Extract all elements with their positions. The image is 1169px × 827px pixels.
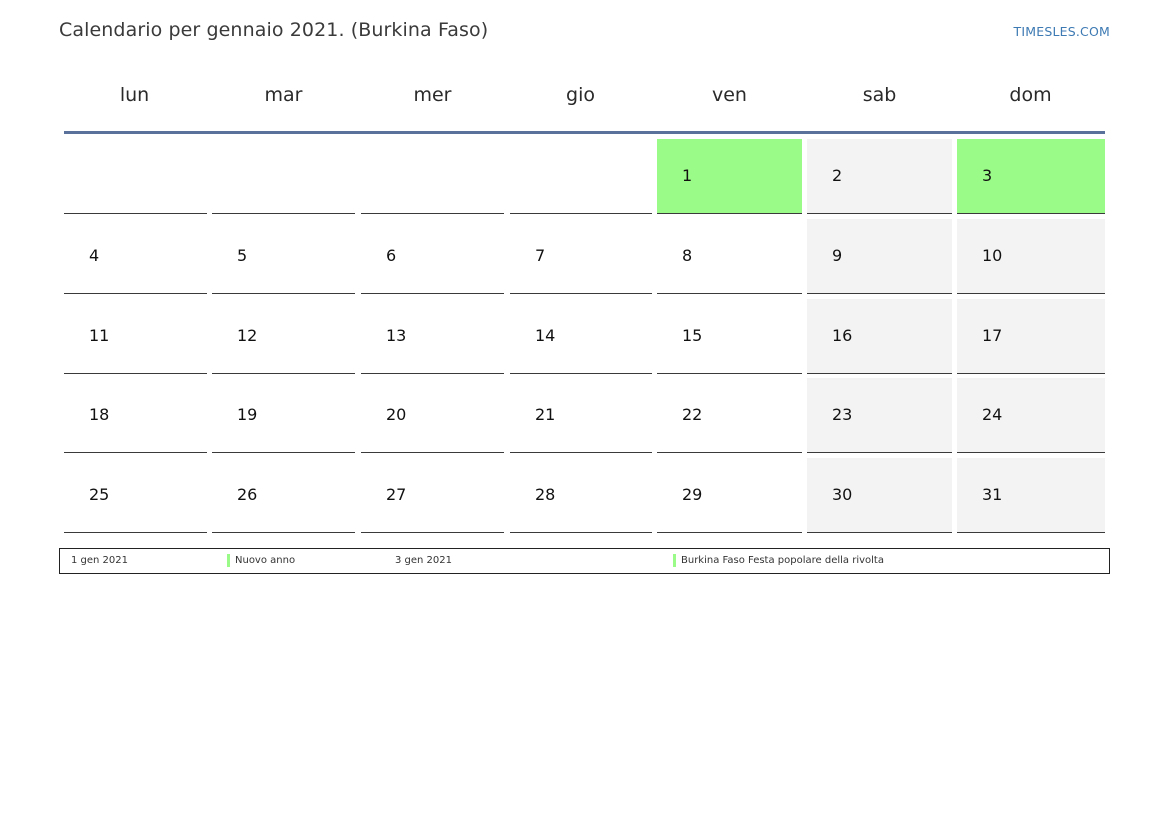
day-cell-9[interactable]: 9 xyxy=(807,219,952,294)
day-number: 28 xyxy=(535,485,556,504)
day-number: 31 xyxy=(982,485,1003,504)
day-number: 11 xyxy=(89,326,110,345)
legend-date-1: 1 gen 2021 xyxy=(71,555,129,566)
day-number: 15 xyxy=(682,326,703,345)
day-cell-19[interactable]: 19 xyxy=(212,378,355,453)
day-number: 3 xyxy=(982,166,993,185)
day-cell-15[interactable]: 15 xyxy=(657,299,802,374)
day-cell-12[interactable]: 12 xyxy=(212,299,355,374)
day-cell-27[interactable]: 27 xyxy=(361,458,504,533)
day-number: 4 xyxy=(89,246,100,265)
day-cell-16[interactable]: 16 xyxy=(807,299,952,374)
day-cell-3[interactable]: 3 xyxy=(957,139,1105,214)
holiday-legend: 1 gen 2021 Nuovo anno 3 gen 2021 Burkina… xyxy=(59,548,1110,574)
day-number: 21 xyxy=(535,405,556,424)
empty-day-cell xyxy=(510,139,652,214)
day-cell-5[interactable]: 5 xyxy=(212,219,355,294)
day-number: 18 xyxy=(89,405,110,424)
day-cell-30[interactable]: 30 xyxy=(807,458,952,533)
day-number: 7 xyxy=(535,246,546,265)
day-number: 6 xyxy=(386,246,397,265)
day-number: 5 xyxy=(237,246,248,265)
day-cell-7[interactable]: 7 xyxy=(510,219,652,294)
day-number: 25 xyxy=(89,485,110,504)
day-cell-17[interactable]: 17 xyxy=(957,299,1105,374)
day-number: 22 xyxy=(682,405,703,424)
day-number: 1 xyxy=(682,166,693,185)
holiday-color-marker xyxy=(673,554,676,567)
day-number: 19 xyxy=(237,405,258,424)
empty-day-cell xyxy=(361,139,504,214)
day-cell-22[interactable]: 22 xyxy=(657,378,802,453)
legend-date-2: 3 gen 2021 xyxy=(395,555,453,566)
day-number: 9 xyxy=(832,246,843,265)
day-number: 27 xyxy=(386,485,407,504)
day-cell-11[interactable]: 11 xyxy=(64,299,207,374)
legend-name-2: Burkina Faso Festa popolare della rivolt… xyxy=(681,555,884,566)
day-cell-8[interactable]: 8 xyxy=(657,219,802,294)
day-number: 8 xyxy=(682,246,693,265)
day-cell-13[interactable]: 13 xyxy=(361,299,504,374)
day-cell-18[interactable]: 18 xyxy=(64,378,207,453)
day-number: 26 xyxy=(237,485,258,504)
day-cell-1[interactable]: 1 xyxy=(657,139,802,214)
day-cell-28[interactable]: 28 xyxy=(510,458,652,533)
day-cell-21[interactable]: 21 xyxy=(510,378,652,453)
day-cell-2[interactable]: 2 xyxy=(807,139,952,214)
legend-name-1: Nuovo anno xyxy=(235,555,296,566)
calendar-grid: 1 2 3 4 5 6 7 8 9 10 11 12 13 14 15 16 17 18 19 20 21 22 23 24 2… xyxy=(0,0,1169,827)
empty-day-cell xyxy=(212,139,355,214)
day-number: 10 xyxy=(982,246,1003,265)
day-cell-4[interactable]: 4 xyxy=(64,219,207,294)
day-cell-14[interactable]: 14 xyxy=(510,299,652,374)
holiday-color-marker xyxy=(227,554,230,567)
day-cell-6[interactable]: 6 xyxy=(361,219,504,294)
empty-day-cell xyxy=(64,139,207,214)
day-cell-23[interactable]: 23 xyxy=(807,378,952,453)
day-cell-26[interactable]: 26 xyxy=(212,458,355,533)
day-cell-10[interactable]: 10 xyxy=(957,219,1105,294)
day-number: 30 xyxy=(832,485,853,504)
day-number: 24 xyxy=(982,405,1003,424)
day-cell-25[interactable]: 25 xyxy=(64,458,207,533)
day-number: 17 xyxy=(982,326,1003,345)
day-number: 20 xyxy=(386,405,407,424)
day-cell-20[interactable]: 20 xyxy=(361,378,504,453)
day-cell-29[interactable]: 29 xyxy=(657,458,802,533)
day-number: 14 xyxy=(535,326,556,345)
day-cell-24[interactable]: 24 xyxy=(957,378,1105,453)
day-number: 13 xyxy=(386,326,407,345)
day-number: 29 xyxy=(682,485,703,504)
day-number: 12 xyxy=(237,326,258,345)
day-number: 16 xyxy=(832,326,853,345)
day-number: 23 xyxy=(832,405,853,424)
day-number: 2 xyxy=(832,166,843,185)
day-cell-31[interactable]: 31 xyxy=(957,458,1105,533)
